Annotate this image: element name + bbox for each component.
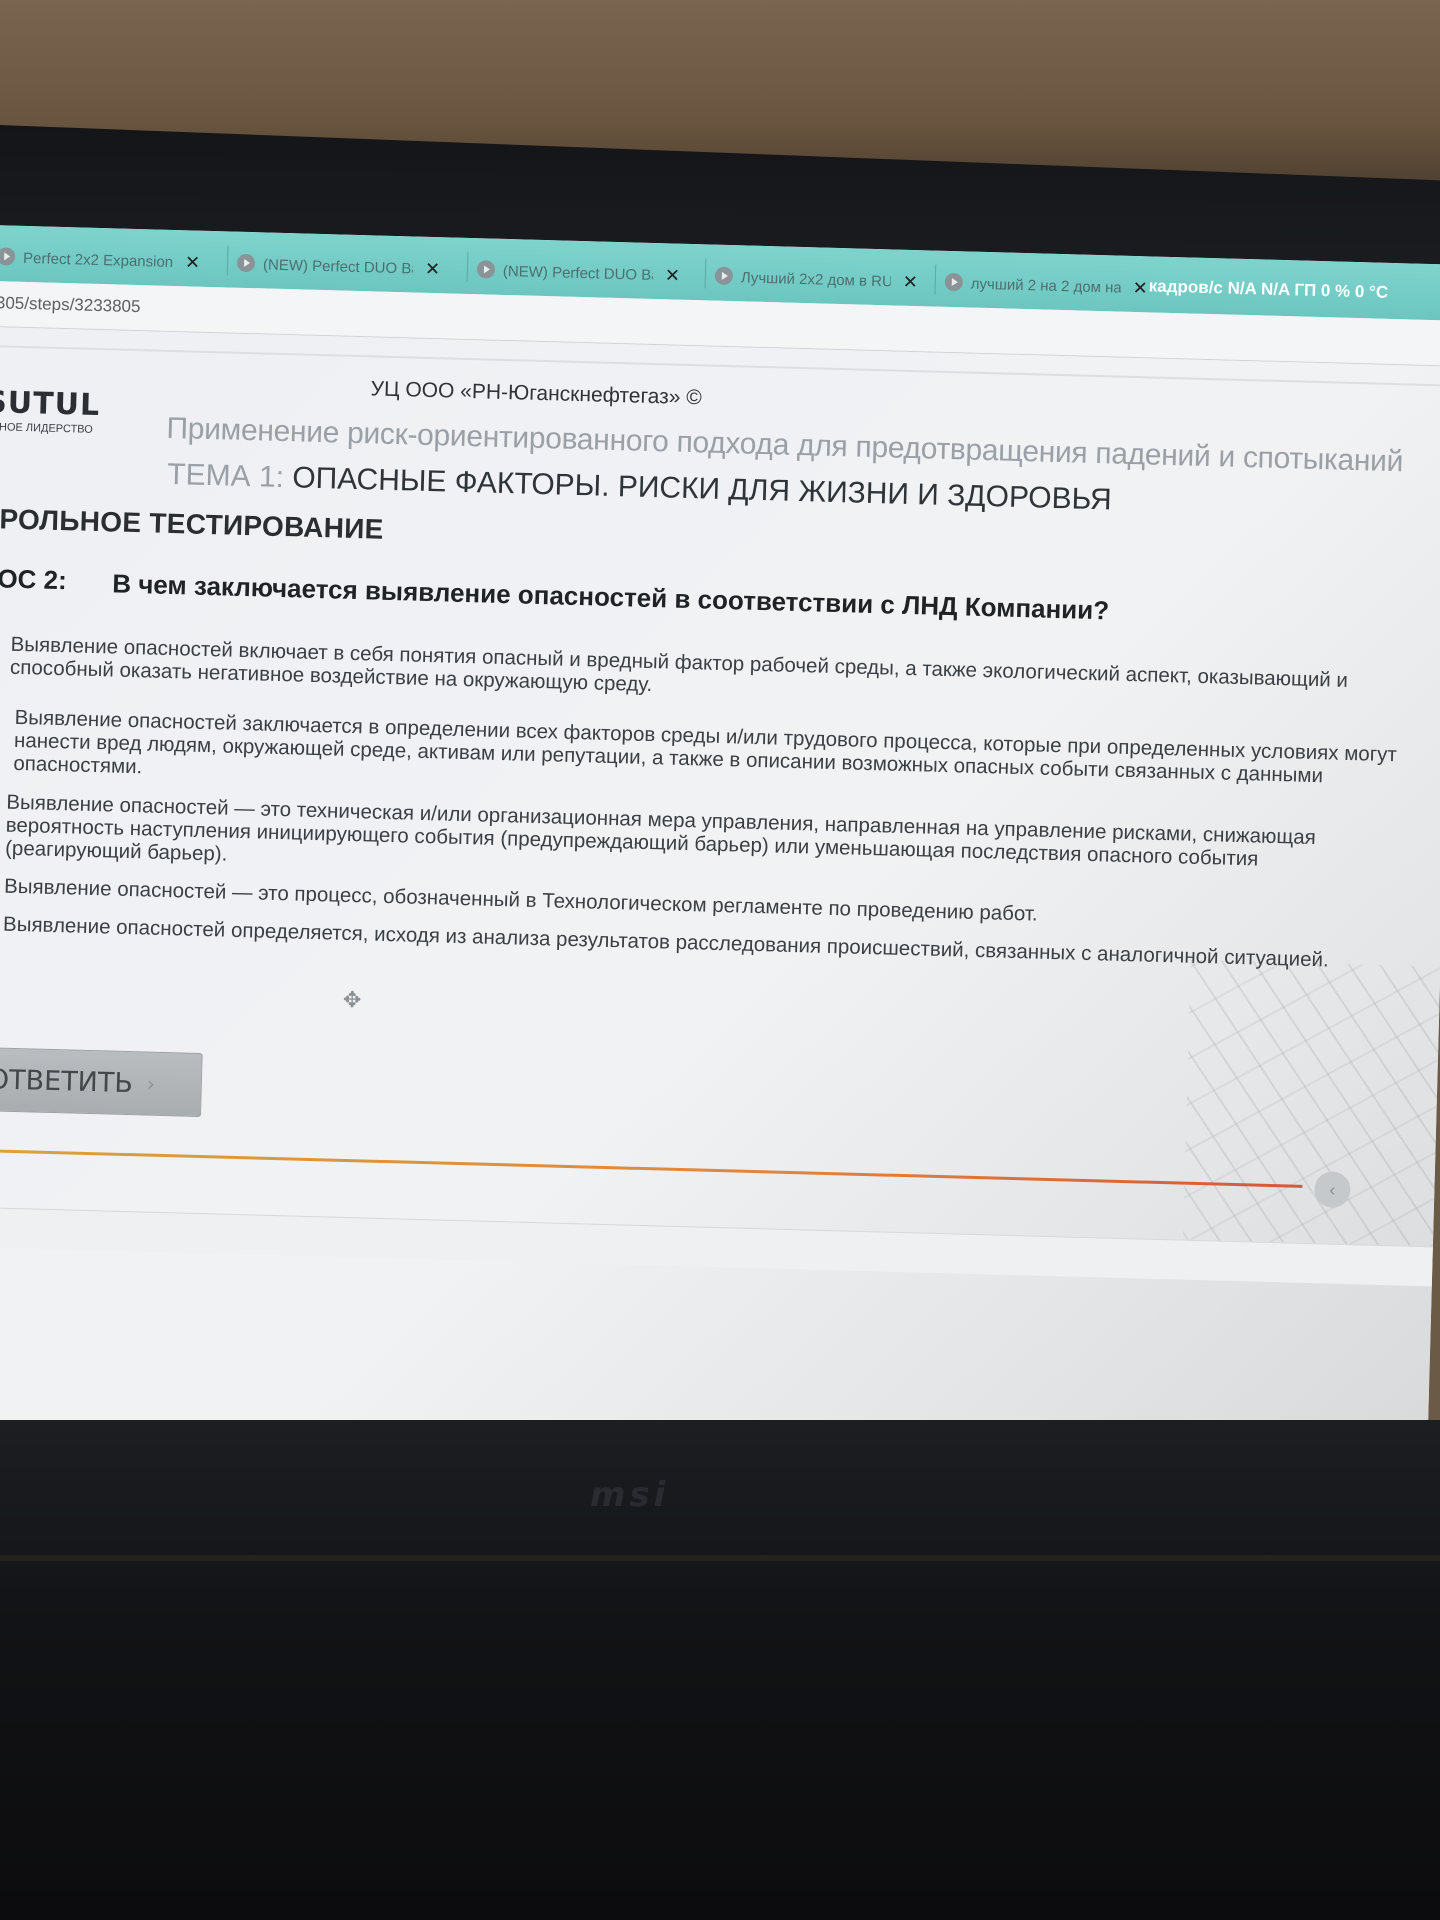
progress-line (0, 1148, 1303, 1188)
close-icon[interactable]: ✕ (185, 252, 201, 273)
tab-label: Perfect 2x2 Expansion (22, 249, 174, 271)
answer-options: Выявление опасностей включает в себя пон… (0, 632, 1398, 972)
submit-label: ОТВЕТИТЬ (0, 1063, 134, 1099)
logo: SUTUL (0, 384, 101, 424)
play-circle-icon (0, 247, 16, 266)
laptop-edge (0, 1555, 1440, 1561)
play-circle-icon (476, 260, 496, 279)
move-cross-icon: ✥ (342, 986, 362, 1013)
browser-tab-3[interactable]: (NEW) Perfect DUO Bas ✕ (468, 248, 692, 298)
play-circle-icon (236, 253, 256, 273)
answer-text: Выявление опасностей включает в себя пон… (9, 632, 1349, 697)
play-circle-icon (944, 272, 964, 292)
browser-tab-2[interactable]: (NEW) Perfect DUO Bas ✕ (228, 241, 452, 291)
section-title: ТРОЛЬНОЕ ТЕСТИРОВАНИЕ (0, 502, 385, 545)
url-text[interactable]: 305/steps/3233805 (0, 293, 141, 317)
topic-number: ТЕМА 1: (166, 457, 285, 495)
question-number: РОС 2: (0, 562, 68, 596)
browser-tab-1[interactable]: Perfect 2x2 Expansion ✕ (0, 235, 213, 285)
question-text: В чем заключается выявление опасностей в… (111, 568, 1110, 626)
close-icon[interactable]: ✕ (1132, 277, 1148, 298)
laptop-screen: Perfect 2x2 Expansion ✕ (NEW) Perfect DU… (0, 225, 1440, 1460)
browser-tab-5[interactable]: лучший 2 на 2 дом на ✕ (936, 261, 1160, 311)
topic-name: ОПАСНЫЕ ФАКТОРЫ. РИСКИ ДЛЯ ЖИЗНИ И ЗДОРО… (291, 461, 1113, 517)
tab-label: лучший 2 на 2 дом на (970, 275, 1121, 297)
laptop-brand-logo: msi (590, 1475, 670, 1515)
close-icon[interactable]: ✕ (665, 265, 681, 286)
organization-name: УЦ ООО «РН-Юганскнефтегаз» © (370, 377, 703, 410)
tab-label: Лучший 2x2 дом в RU (740, 268, 892, 290)
tab-label: (NEW) Perfect DUO Bas (262, 255, 414, 277)
close-icon[interactable]: ✕ (903, 271, 919, 292)
course-page: УЦ ООО «РН-Юганскнефтегаз» © SUTUL ЛЬНОЕ… (0, 326, 1440, 1460)
fps-overlay: кадров/с N/A N/A ГП 0 % 0 °C (1148, 276, 1389, 302)
play-circle-icon (714, 266, 734, 286)
close-icon[interactable]: ✕ (425, 258, 441, 279)
browser-tab-4[interactable]: Лучший 2x2 дом в RU ✕ (706, 254, 930, 304)
submit-answer-button[interactable]: ОТВЕТИТЬ › (0, 1046, 203, 1118)
chevron-right-icon: › (146, 1071, 156, 1096)
answer-option-1[interactable]: Выявление опасностей включает в себя пон… (0, 632, 1382, 716)
logo-subtitle: ЛЬНОЕ ЛИДЕРСТВО (0, 420, 93, 436)
tab-label: (NEW) Perfect DUO Bas (502, 262, 654, 284)
background-illustration (1181, 959, 1440, 1287)
